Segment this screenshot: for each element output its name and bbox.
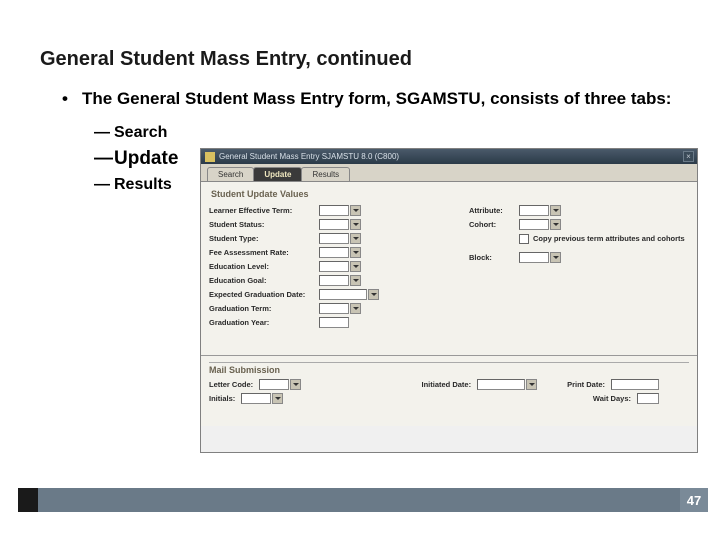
field-label: Education Goal: [209, 276, 319, 285]
initials-input[interactable] [241, 393, 271, 404]
chevron-down-icon[interactable] [350, 219, 361, 230]
field-label: Print Date: [567, 380, 611, 389]
chevron-down-icon[interactable] [290, 379, 301, 390]
field-education-level: Education Level: [209, 260, 449, 273]
right-column: Attribute: Cohort: Copy previous term at… [449, 204, 689, 330]
section-title: Student Update Values [209, 186, 689, 204]
tab-results[interactable]: Results [301, 167, 350, 181]
field-label: Cohort: [469, 220, 519, 229]
student-type-input[interactable] [319, 233, 349, 244]
dash-icon: — [94, 121, 114, 145]
field-label: Initiated Date: [421, 380, 477, 389]
field-expected-graduation-date: Expected Graduation Date: [209, 288, 449, 301]
slide-title: General Student Mass Entry, continued [40, 48, 412, 71]
field-label: Learner Effective Term: [209, 206, 319, 215]
footer-band: 47 [18, 488, 708, 512]
field-label: Graduation Term: [209, 304, 319, 313]
sub-label: Update [114, 145, 178, 174]
field-graduation-term: Graduation Term: [209, 302, 449, 315]
field-fee-assessment-rate: Fee Assessment Rate: [209, 246, 449, 259]
chevron-down-icon[interactable] [350, 261, 361, 272]
field-label: Graduation Year: [209, 318, 319, 327]
close-icon[interactable]: × [683, 151, 694, 162]
field-graduation-year: Graduation Year: [209, 316, 449, 329]
sub-label: Search [114, 121, 167, 145]
app-icon [205, 152, 215, 162]
wait-days-input[interactable] [637, 393, 659, 404]
field-label: Wait Days: [593, 394, 637, 403]
field-education-goal: Education Goal: [209, 274, 449, 287]
tab-bar: Search Update Results [201, 164, 697, 182]
chevron-down-icon[interactable] [550, 205, 561, 216]
expected-grad-date-input[interactable] [319, 289, 367, 300]
cohort-input[interactable] [519, 219, 549, 230]
field-student-status: Student Status: [209, 218, 449, 231]
mail-submission-panel: Mail Submission Letter Code: Initiated D… [201, 356, 697, 426]
page-number: 47 [680, 488, 708, 512]
field-label: Student Status: [209, 220, 319, 229]
graduation-term-input[interactable] [319, 303, 349, 314]
field-label: Student Type: [209, 234, 319, 243]
update-panel: Student Update Values Learner Effective … [201, 182, 697, 356]
bullet-text: The General Student Mass Entry form, SGA… [82, 88, 680, 111]
chevron-down-icon[interactable] [350, 233, 361, 244]
chevron-down-icon[interactable] [550, 219, 561, 230]
footer-square-icon [18, 488, 38, 512]
education-level-input[interactable] [319, 261, 349, 272]
block-input[interactable] [519, 252, 549, 263]
mail-section-title: Mail Submission [209, 362, 689, 377]
initiated-date-input[interactable] [477, 379, 525, 390]
calendar-icon[interactable] [526, 379, 537, 390]
calendar-icon[interactable] [368, 289, 379, 300]
chevron-down-icon[interactable] [272, 393, 283, 404]
field-label: Fee Assessment Rate: [209, 248, 319, 257]
letter-code-input[interactable] [259, 379, 289, 390]
print-date-input[interactable] [611, 379, 659, 390]
mail-row-2: Initials: Wait Days: [209, 391, 689, 405]
field-student-type: Student Type: [209, 232, 449, 245]
field-copy-prev: Copy previous term attributes and cohort… [519, 232, 689, 245]
sub-label: Results [114, 173, 172, 197]
field-label: Expected Graduation Date: [209, 290, 319, 299]
field-learner-effective-term: Learner Effective Term: [209, 204, 449, 217]
field-attribute: Attribute: [469, 204, 689, 217]
window-title-text: General Student Mass Entry SJAMSTU 8.0 (… [219, 152, 399, 161]
field-block: Block: [469, 251, 689, 264]
education-goal-input[interactable] [319, 275, 349, 286]
chevron-down-icon[interactable] [350, 247, 361, 258]
window-titlebar: General Student Mass Entry SJAMSTU 8.0 (… [201, 149, 697, 164]
app-window: General Student Mass Entry SJAMSTU 8.0 (… [200, 148, 698, 453]
field-label: Letter Code: [209, 380, 259, 389]
field-cohort: Cohort: [469, 218, 689, 231]
graduation-year-input[interactable] [319, 317, 349, 328]
tab-update[interactable]: Update [253, 167, 302, 181]
chevron-down-icon[interactable] [550, 252, 561, 263]
student-status-input[interactable] [319, 219, 349, 230]
field-label: Initials: [209, 394, 241, 403]
mail-row-1: Letter Code: Initiated Date: Print Date: [209, 377, 689, 391]
learner-term-input[interactable] [319, 205, 349, 216]
fee-rate-input[interactable] [319, 247, 349, 258]
dash-icon: — [94, 173, 114, 197]
bullet-main: • The General Student Mass Entry form, S… [62, 88, 680, 111]
copy-prev-label: Copy previous term attributes and cohort… [533, 234, 685, 243]
bullet-dot-icon: • [62, 88, 82, 111]
dash-icon: — [94, 145, 114, 174]
field-label: Attribute: [469, 206, 519, 215]
left-column: Learner Effective Term: Student Status: … [209, 204, 449, 330]
chevron-down-icon[interactable] [350, 275, 361, 286]
attribute-input[interactable] [519, 205, 549, 216]
copy-prev-checkbox[interactable] [519, 234, 529, 244]
chevron-down-icon[interactable] [350, 303, 361, 314]
chevron-down-icon[interactable] [350, 205, 361, 216]
field-label: Block: [469, 253, 519, 262]
field-label: Education Level: [209, 262, 319, 271]
sub-item-search: — Search [94, 121, 680, 145]
tab-search[interactable]: Search [207, 167, 254, 181]
